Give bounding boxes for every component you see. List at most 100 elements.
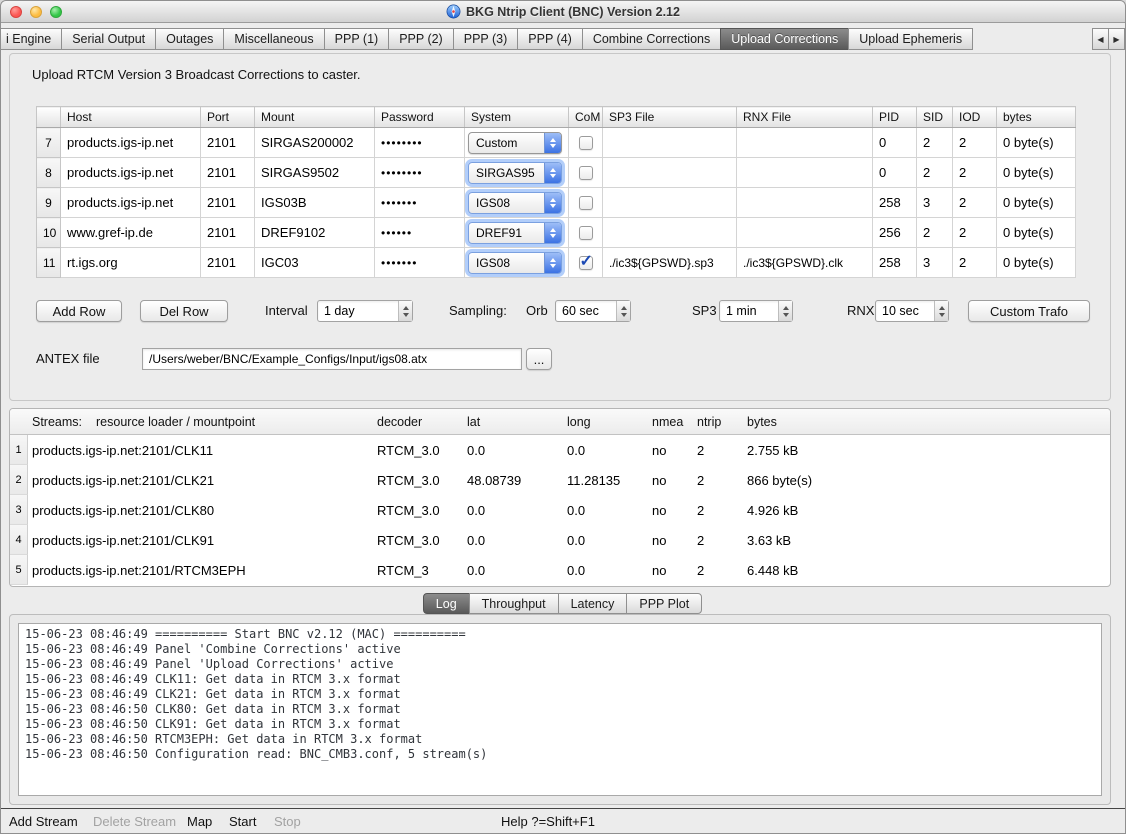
tab-upload-ephemeris[interactable]: Upload Ephemeris: [848, 28, 973, 50]
add-row-button[interactable]: Add Row: [36, 300, 122, 322]
delete-stream-button[interactable]: Delete Stream: [93, 809, 176, 834]
port-cell[interactable]: 2101: [201, 158, 255, 188]
sp3-file-cell[interactable]: [603, 188, 737, 218]
mount-cell[interactable]: SIRGAS200002: [255, 128, 375, 158]
rnx-file-cell[interactable]: ./ic3${GPSWD}.clk: [737, 248, 873, 278]
password-cell[interactable]: ••••••: [375, 218, 465, 248]
mount-cell[interactable]: IGS03B: [255, 188, 375, 218]
mount-cell[interactable]: IGC03: [255, 248, 375, 278]
rnx-file-cell[interactable]: [737, 158, 873, 188]
spinner-arrows-icon[interactable]: [616, 301, 630, 321]
interval-spinbox[interactable]: 1 day: [317, 300, 413, 322]
sp3-file-cell[interactable]: [603, 158, 737, 188]
sp3-spinbox[interactable]: 1 min: [719, 300, 793, 322]
spinner-arrows-icon[interactable]: [398, 301, 412, 321]
add-stream-button[interactable]: Add Stream: [9, 809, 78, 834]
antex-file-field[interactable]: /Users/weber/BNC/Example_Configs/Input/i…: [142, 348, 522, 370]
zoom-button[interactable]: [50, 6, 62, 18]
host-cell[interactable]: products.igs-ip.net: [61, 188, 201, 218]
sid-cell[interactable]: 3: [917, 248, 953, 278]
iod-cell[interactable]: 2: [953, 128, 997, 158]
sp3-file-cell[interactable]: [603, 128, 737, 158]
pid-cell[interactable]: 256: [873, 218, 917, 248]
iod-cell[interactable]: 2: [953, 188, 997, 218]
pid-cell[interactable]: 0: [873, 128, 917, 158]
orb-spinbox[interactable]: 60 sec: [555, 300, 631, 322]
tab-ppp-1[interactable]: PPP (1): [324, 28, 390, 50]
password-cell[interactable]: •••••••: [375, 188, 465, 218]
row-number[interactable]: 8: [37, 158, 61, 188]
tab-combine-corrections[interactable]: Combine Corrections: [582, 28, 721, 50]
sid-cell[interactable]: 2: [917, 158, 953, 188]
rnx-file-cell[interactable]: [737, 188, 873, 218]
com-checkbox[interactable]: [579, 226, 593, 240]
host-cell[interactable]: www.gref-ip.de: [61, 218, 201, 248]
tab-log[interactable]: Log: [423, 593, 470, 614]
sid-cell[interactable]: 2: [917, 218, 953, 248]
row-number[interactable]: 9: [37, 188, 61, 218]
tab-throughput[interactable]: Throughput: [469, 593, 559, 614]
spinner-arrows-icon[interactable]: [778, 301, 792, 321]
pid-cell[interactable]: 258: [873, 248, 917, 278]
mount-cell[interactable]: DREF9102: [255, 218, 375, 248]
sp3-file-cell[interactable]: ./ic3${GPSWD}.sp3: [603, 248, 737, 278]
rnx-spinbox[interactable]: 10 sec: [875, 300, 949, 322]
stream-row[interactable]: 3 products.igs-ip.net:2101/CLK80 RTCM_3.…: [10, 495, 1110, 525]
system-dropdown[interactable]: Custom: [468, 132, 562, 154]
stream-row[interactable]: 4 products.igs-ip.net:2101/CLK91 RTCM_3.…: [10, 525, 1110, 555]
tab-upload-corrections[interactable]: Upload Corrections: [720, 28, 849, 50]
sid-cell[interactable]: 3: [917, 188, 953, 218]
password-cell[interactable]: ••••••••: [375, 128, 465, 158]
spinner-arrows-icon[interactable]: [934, 301, 948, 321]
com-checkbox[interactable]: ✓: [579, 256, 593, 270]
com-checkbox[interactable]: [579, 136, 593, 150]
host-cell[interactable]: products.igs-ip.net: [61, 128, 201, 158]
rnx-file-cell[interactable]: [737, 128, 873, 158]
row-number[interactable]: 10: [37, 218, 61, 248]
close-button[interactable]: [10, 6, 22, 18]
minimize-button[interactable]: [30, 6, 42, 18]
host-cell[interactable]: products.igs-ip.net: [61, 158, 201, 188]
tab-ppp-2[interactable]: PPP (2): [388, 28, 454, 50]
password-cell[interactable]: ••••••••: [375, 158, 465, 188]
tab-serial-output[interactable]: Serial Output: [61, 28, 156, 50]
sp3-file-cell[interactable]: [603, 218, 737, 248]
iod-cell[interactable]: 2: [953, 158, 997, 188]
tab-miscellaneous[interactable]: Miscellaneous: [223, 28, 324, 50]
rnx-file-cell[interactable]: [737, 218, 873, 248]
log-output[interactable]: 15-06-23 08:46:49 ========== Start BNC v…: [18, 623, 1102, 796]
tab-scroll-right-icon[interactable]: ▶: [1108, 28, 1125, 50]
stream-row[interactable]: 5 products.igs-ip.net:2101/RTCM3EPH RTCM…: [10, 555, 1110, 585]
com-checkbox[interactable]: [579, 196, 593, 210]
sid-cell[interactable]: 2: [917, 128, 953, 158]
system-dropdown[interactable]: SIRGAS95: [468, 162, 562, 184]
stream-row[interactable]: 2 products.igs-ip.net:2101/CLK21 RTCM_3.…: [10, 465, 1110, 495]
mount-cell[interactable]: SIRGAS9502: [255, 158, 375, 188]
stop-button[interactable]: Stop: [274, 809, 301, 834]
port-cell[interactable]: 2101: [201, 248, 255, 278]
row-number[interactable]: 7: [37, 128, 61, 158]
tab-ppp-plot[interactable]: PPP Plot: [626, 593, 702, 614]
password-cell[interactable]: •••••••: [375, 248, 465, 278]
tab-ppp-4[interactable]: PPP (4): [517, 28, 583, 50]
tab-ppp-3[interactable]: PPP (3): [453, 28, 519, 50]
pid-cell[interactable]: 0: [873, 158, 917, 188]
row-number[interactable]: 11: [37, 248, 61, 278]
stream-row[interactable]: 1 products.igs-ip.net:2101/CLK11 RTCM_3.…: [10, 435, 1110, 465]
tab-i-engine[interactable]: i Engine: [1, 28, 62, 50]
map-button[interactable]: Map: [187, 809, 212, 834]
port-cell[interactable]: 2101: [201, 128, 255, 158]
del-row-button[interactable]: Del Row: [140, 300, 228, 322]
system-dropdown[interactable]: DREF91: [468, 222, 562, 244]
iod-cell[interactable]: 2: [953, 218, 997, 248]
tab-outages[interactable]: Outages: [155, 28, 224, 50]
com-checkbox[interactable]: [579, 166, 593, 180]
port-cell[interactable]: 2101: [201, 218, 255, 248]
antex-browse-button[interactable]: ...: [526, 348, 552, 370]
pid-cell[interactable]: 258: [873, 188, 917, 218]
port-cell[interactable]: 2101: [201, 188, 255, 218]
start-button[interactable]: Start: [229, 809, 256, 834]
host-cell[interactable]: rt.igs.org: [61, 248, 201, 278]
system-dropdown[interactable]: IGS08: [468, 252, 562, 274]
iod-cell[interactable]: 2: [953, 248, 997, 278]
